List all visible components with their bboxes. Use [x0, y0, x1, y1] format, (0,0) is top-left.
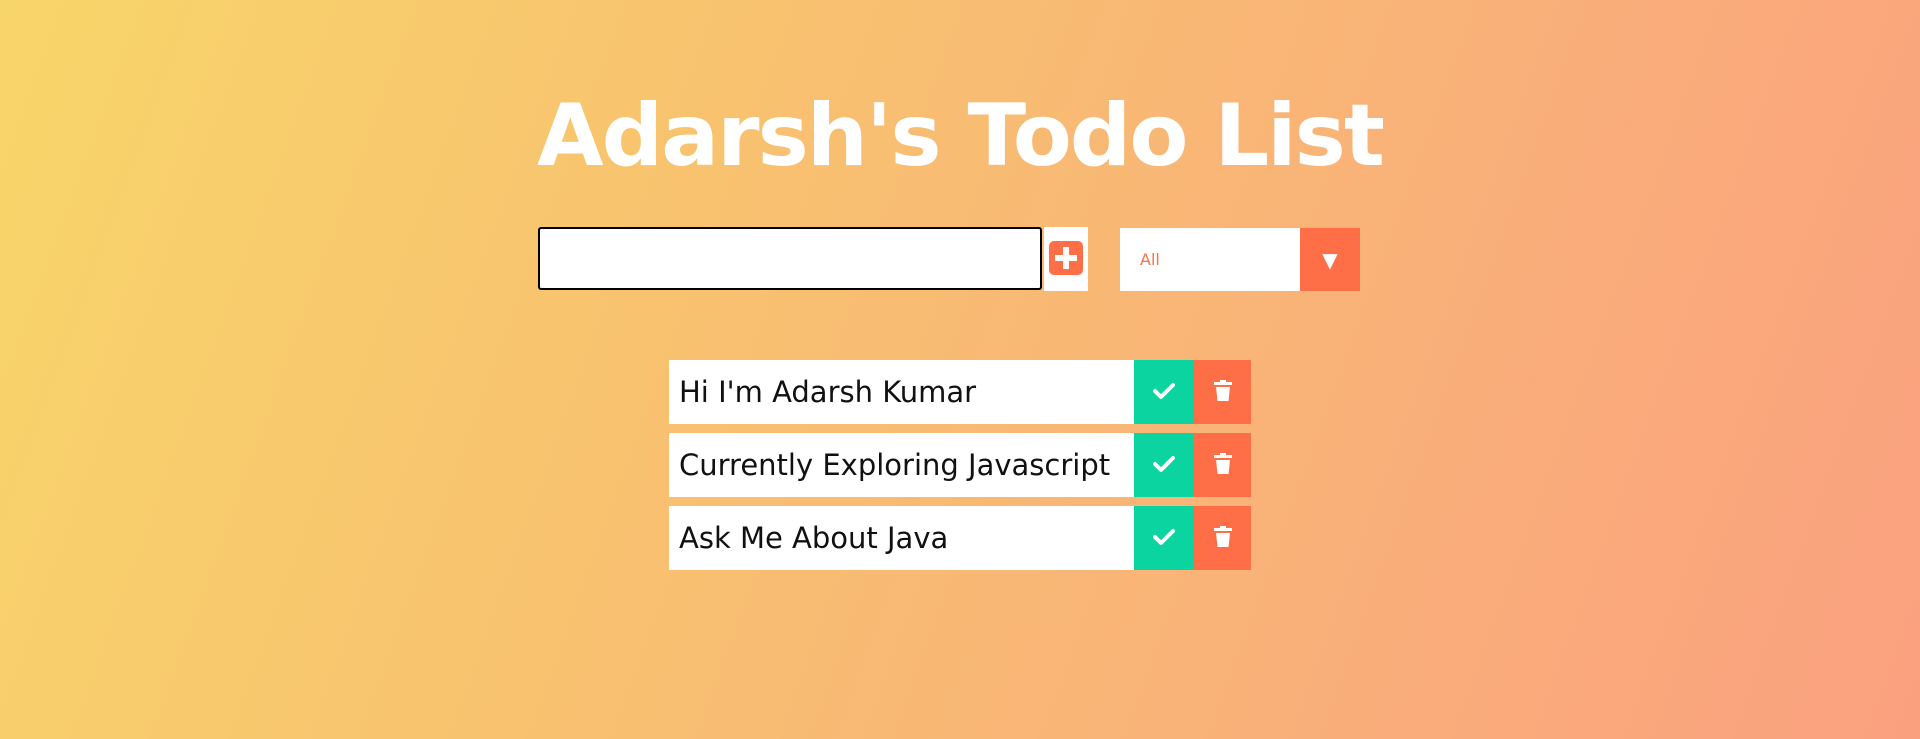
complete-button[interactable]	[1134, 360, 1194, 424]
trash-icon	[1213, 525, 1233, 551]
page-title: Adarsh's Todo List	[537, 85, 1385, 186]
complete-button[interactable]	[1134, 433, 1194, 497]
todo-list: Hi I'm Adarsh Kumar Currently Exploring …	[669, 360, 1251, 579]
todo-input[interactable]	[538, 227, 1042, 290]
delete-button[interactable]	[1194, 506, 1251, 570]
add-todo-button[interactable]	[1044, 227, 1088, 291]
plus-square-icon	[1048, 240, 1084, 279]
check-icon	[1153, 528, 1175, 549]
todo-text: Ask Me About Java	[679, 521, 949, 555]
todo-item: Currently Exploring Javascript	[669, 433, 1251, 497]
check-icon	[1153, 455, 1175, 476]
todo-text: Currently Exploring Javascript	[679, 448, 1111, 482]
complete-button[interactable]	[1134, 506, 1194, 570]
delete-button[interactable]	[1194, 360, 1251, 424]
dropdown-arrow-icon[interactable]: ▼	[1300, 228, 1360, 291]
todo-item: Hi I'm Adarsh Kumar	[669, 360, 1251, 424]
delete-button[interactable]	[1194, 433, 1251, 497]
todo-text: Hi I'm Adarsh Kumar	[679, 375, 977, 409]
filter-select[interactable]: All ▼	[1120, 228, 1360, 291]
check-icon	[1153, 382, 1175, 403]
filter-selected-value: All	[1140, 250, 1160, 269]
todo-item: Ask Me About Java	[669, 506, 1251, 570]
trash-icon	[1213, 452, 1233, 478]
trash-icon	[1213, 379, 1233, 405]
